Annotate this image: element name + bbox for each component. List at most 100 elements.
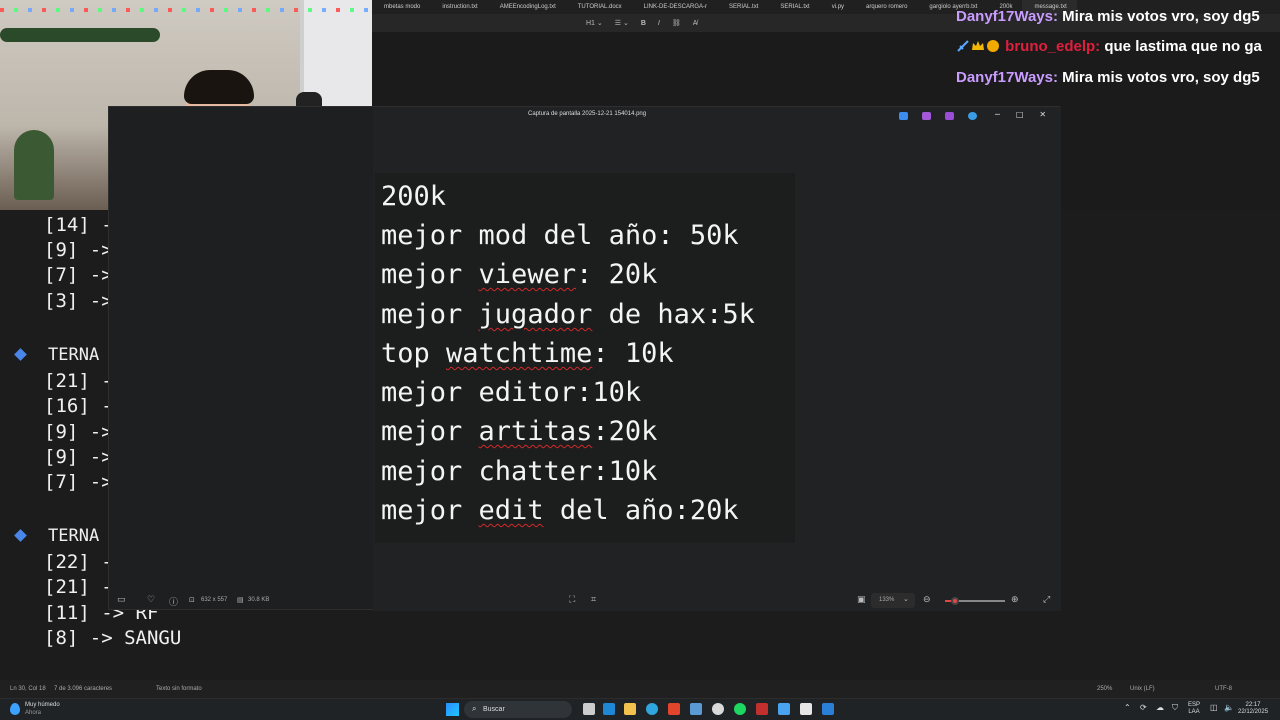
actual-size-icon[interactable]: ▣ (857, 595, 866, 605)
sync-icon[interactable]: ⟳ (1140, 704, 1147, 712)
notepad-tab[interactable]: TUTORIAL.docx (566, 0, 632, 14)
taskbar-search[interactable]: ⌕ Buscar (464, 701, 572, 718)
ocr-scan-icon[interactable]: ⌗ (591, 595, 596, 605)
editor-line: [9] -> (44, 421, 113, 443)
viewer-bottom-bar: ▭ ♡ ⓘ ⊡ 632 x 557 ▤ 30.8 KB ⛶ ⌗ ▣ 133% ⌄… (109, 591, 1061, 611)
filmstrip-icon[interactable]: ▭ (117, 595, 126, 605)
notepad-tab[interactable]: vi.py (820, 0, 854, 14)
italic-button[interactable]: I (656, 19, 662, 28)
github-icon[interactable] (712, 703, 724, 715)
zoom-in-icon[interactable]: ⊕ (1011, 595, 1019, 605)
close-button[interactable]: ✕ (1039, 110, 1046, 119)
image-text-line: mejor editor:10k (381, 377, 642, 408)
chat-message: Danyf17Ways: Mira mis votos vro, soy dg5 (956, 69, 1260, 86)
info-icon[interactable]: ⓘ (169, 595, 178, 608)
volume-icon[interactable]: 🔈 (1224, 704, 1234, 712)
fit-view-icon[interactable]: ⛶ (569, 595, 575, 605)
notepad-tab[interactable]: mbetas modo (372, 0, 430, 14)
editor-zoom[interactable]: 250% (1097, 686, 1112, 692)
clock[interactable]: 22:17 22/12/2025 (1238, 702, 1268, 716)
editor-heading: TERNA (48, 345, 100, 365)
search-label: Buscar (483, 706, 505, 713)
editor-line: [21] - (44, 370, 113, 392)
editor-line: [16] - (44, 395, 113, 417)
cloud-icon[interactable]: ☁ (1156, 704, 1164, 712)
language-code: ESP (1188, 702, 1201, 708)
keyboard-layout: LAA (1188, 709, 1200, 715)
notepad-tab[interactable]: instruction.txt (430, 0, 487, 14)
photo-viewer-window: Captura de pantalla 2025-12-21 154014.pn… (108, 106, 1061, 611)
spotify-icon[interactable] (734, 703, 746, 715)
image-canvas[interactable]: 200k mejor mod del año: 50k mejor viewer… (375, 173, 795, 543)
clock-time: 22:17 (1245, 702, 1261, 708)
text-format[interactable]: Texto sin formato (156, 686, 202, 692)
list-dropdown[interactable]: ☰ ⌄ (613, 18, 631, 28)
editor-line: [22] - (44, 551, 113, 573)
file-size-icon: ▤ (237, 596, 244, 604)
chat-username: bruno_edelp: (1005, 38, 1101, 55)
editor-line: [21] - (44, 576, 113, 598)
notepad-tab[interactable]: LINK-DE-DESCARGA-r (632, 0, 717, 14)
clipchamp-icon[interactable] (945, 112, 954, 120)
sword-badge-icon (957, 40, 969, 52)
screen: mbetas modo instruction.txt AMEEncodingL… (0, 0, 1280, 720)
edit-icon[interactable] (899, 112, 908, 120)
bold-button[interactable]: B (639, 19, 648, 28)
fullscreen-icon[interactable]: ⤢ (1043, 595, 1050, 605)
image-text-line: top watchtime: 10k (381, 338, 674, 369)
weather-time: Ahora (25, 710, 42, 716)
zoom-slider-knob[interactable] (951, 597, 959, 605)
link-button[interactable]: ⛓ (670, 18, 683, 28)
notepad-tab[interactable]: arquero romero (854, 0, 917, 14)
task-view-icon[interactable] (583, 703, 595, 715)
notepad-tab[interactable]: SERIAL.txt (717, 0, 768, 14)
crown-badge-icon (972, 41, 984, 50)
weather-text: Muy húmedo Ahora (25, 701, 60, 717)
editor-heading: TERNA (48, 526, 100, 546)
edge-icon[interactable] (646, 703, 658, 715)
photos-icon[interactable] (778, 703, 790, 715)
viewer-top-actions (899, 112, 977, 120)
plant (14, 130, 54, 200)
chevron-up-icon[interactable]: ⌃ (1124, 704, 1131, 712)
windows-taskbar: Muy húmedo Ahora ⌕ Buscar ⌃ ⟳ ☁ ⛉ ESP LA… (0, 698, 1280, 720)
image-text-line: mejor chatter:10k (381, 456, 658, 487)
minimize-button[interactable]: ─ (995, 110, 1000, 119)
chat-text: Mira mis votos vro, soy dg5 (1062, 69, 1260, 86)
encoding[interactable]: UTF-8 (1215, 686, 1232, 692)
app-icon[interactable] (822, 703, 834, 715)
start-icon[interactable] (446, 703, 459, 716)
notepad-tab[interactable]: SERIAL.txt (768, 0, 819, 14)
diamond-bullet-icon (14, 348, 27, 361)
zoom-out-icon[interactable]: ⊖ (923, 595, 931, 605)
network-icon[interactable]: ◫ (1210, 704, 1218, 712)
notepad-tab[interactable]: AMEEncodingLog.txt (488, 0, 566, 14)
editor-line: [7] -> (44, 264, 113, 286)
image-dimensions: 632 x 557 (201, 597, 228, 603)
obs-icon[interactable] (756, 703, 768, 715)
favorite-icon[interactable]: ♡ (147, 595, 155, 605)
image-text-line: 200k (381, 181, 447, 212)
brave-icon[interactable] (668, 703, 680, 715)
garland (0, 28, 160, 42)
shield-icon[interactable]: ⛉ (1172, 704, 1178, 712)
line-ending[interactable]: Unix (LF) (1130, 686, 1155, 692)
copilot-icon[interactable] (922, 112, 931, 120)
file-explorer-icon[interactable] (624, 703, 636, 715)
cursor-position: Ln 30, Col 18 (10, 686, 46, 692)
maximize-button[interactable]: □ (1016, 110, 1024, 119)
char-count: 7 de 3.096 caracteres (54, 686, 113, 692)
onedrive-icon[interactable] (968, 112, 977, 120)
chat-username: Danyf17Ways: (956, 69, 1058, 86)
diamond-bullet-icon (14, 529, 27, 542)
widgets-icon[interactable] (603, 703, 615, 715)
file-size: 30.8 KB (248, 597, 270, 603)
vscode-icon[interactable] (690, 703, 702, 715)
weather-condition: Muy húmedo (25, 702, 60, 708)
notepad-icon[interactable] (800, 703, 812, 715)
zoom-level: 133% (879, 597, 895, 603)
chevron-down-icon: ⌄ (903, 595, 909, 603)
heading-dropdown[interactable]: H1 ⌄ (584, 18, 605, 28)
clear-format-button[interactable]: A̸ (691, 19, 700, 28)
language-indicator[interactable]: ESP LAA (1188, 702, 1200, 716)
